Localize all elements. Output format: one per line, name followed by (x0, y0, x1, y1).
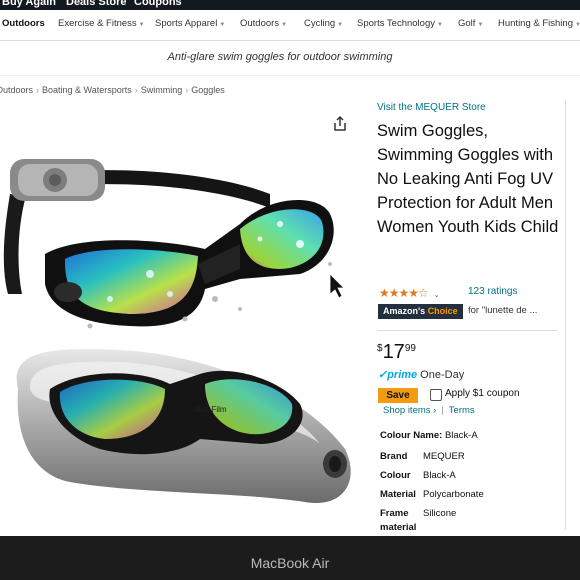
subnav-label: Outdoors (2, 18, 45, 29)
top-navigation-bar: Buy Again Deals Store Coupons (0, 0, 580, 10)
chevron-down-icon: ▼ (574, 22, 580, 28)
price-whole: 17 (382, 341, 405, 363)
colour-name-value: Black-A (444, 430, 478, 441)
chevron-down-icon: ▼ (281, 22, 288, 28)
link-separator: | (441, 405, 444, 416)
product-image[interactable]: Anti-Film (0, 104, 362, 526)
breadcrumb-boating[interactable]: Boating & Watersports (42, 85, 132, 95)
breadcrumb-outdoors[interactable]: Outdoors (0, 85, 33, 95)
category-subnav: Outdoors Exercise & Fitness ▼ Sports Appa… (0, 10, 580, 41)
subnav-item-sports-apparel[interactable]: Sports Apparel ▼ (155, 18, 225, 29)
spec-key: Frame (380, 508, 409, 519)
chevron-down-icon: ▼ (219, 22, 226, 28)
subnav-item-sports-technology[interactable]: Sports Technology ▼ (357, 18, 443, 29)
share-button[interactable] (330, 114, 350, 134)
shop-items-link[interactable]: Shop items › (383, 405, 436, 416)
prime-logo: ✓prime (378, 369, 418, 381)
breadcrumb-goggles[interactable]: Goggles (191, 85, 225, 95)
breadcrumb: Outdoors›Boating & Watersports›Swimming›… (0, 85, 225, 95)
subnav-label: Cycling (304, 18, 336, 29)
colour-name-label: Colour Name: (380, 430, 443, 441)
nav-buy-again-link[interactable]: Buy Again (2, 0, 56, 8)
goggles-product-photo: Anti-Film (3, 159, 351, 504)
nav-coupons-link[interactable]: Coupons (134, 0, 182, 8)
subnav-label: Golf (458, 18, 476, 29)
coupon-label[interactable]: Apply $1 coupon (445, 388, 520, 399)
spec-value: MEQUER (423, 451, 465, 462)
spec-value: Silicone (423, 508, 457, 519)
chevron-down-icon: ▼ (437, 22, 443, 28)
chevron-down-icon: ▼ (337, 22, 344, 28)
subnav-item-cycling[interactable]: Cycling ▼ (304, 18, 343, 29)
star-icons: ★★★★☆ (379, 286, 429, 300)
subnav-item-hunting-fishing[interactable]: Hunting & Fishing ▼ (498, 18, 580, 29)
store-link[interactable]: Visit the MEQUER Store (377, 102, 486, 113)
device-label: MacBook Air (250, 555, 330, 571)
subnav-label: Sports Technology (357, 18, 435, 29)
chevron-down-icon: ▼ (138, 22, 145, 28)
chevron-down-icon: ▼ (477, 22, 484, 28)
breadcrumb-swimming[interactable]: Swimming (141, 85, 183, 95)
terms-link[interactable]: Terms (449, 405, 475, 416)
subnav-label: Sports Apparel (155, 18, 218, 29)
subnav-item-outdoors-home[interactable]: Outdoors (2, 18, 45, 29)
promo-banner[interactable]: Anti-glare swim goggles for outdoor swim… (0, 41, 580, 76)
prime-delivery: ✓prime One-Day (378, 368, 464, 381)
choice-highlight: Choice (427, 306, 458, 316)
breadcrumb-separator: › (36, 85, 40, 95)
product-title: Swim Goggles, Swimming Goggles with No L… (377, 122, 559, 236)
browser-screen: Buy Again Deals Store Coupons Outdoors E… (0, 0, 580, 536)
price: $1799 (377, 341, 416, 364)
subnav-item-exercise-fitness[interactable]: Exercise & Fitness ▼ (58, 18, 145, 29)
banner-text: Anti-glare swim goggles for outdoor swim… (167, 51, 393, 63)
section-divider (377, 330, 557, 331)
spec-value: Polycarbonate (423, 489, 484, 500)
star-rating[interactable]: ★★★★☆ ⌄ (379, 286, 440, 300)
subnav-label: Hunting & Fishing (498, 18, 573, 29)
subnav-item-outdoors[interactable]: Outdoors ▼ (240, 18, 287, 29)
coupon-checkbox[interactable] (430, 389, 442, 401)
spec-key: Colour (380, 470, 411, 481)
share-icon (334, 115, 346, 131)
subnav-item-golf[interactable]: Golf ▼ (458, 18, 483, 29)
spec-key: Brand (380, 451, 408, 462)
spec-key: Material (380, 489, 416, 500)
breadcrumb-separator: › (134, 85, 138, 95)
buy-box-panel-edge (565, 100, 580, 530)
subnav-label: Outdoors (240, 18, 280, 29)
chevron-down-icon: ⌄ (433, 292, 440, 299)
coupon-links: Shop items › | Terms (383, 405, 475, 416)
ratings-count-link[interactable]: 123 ratings (468, 286, 517, 297)
case-label: Anti-Film (195, 405, 227, 414)
price-fraction: 99 (404, 343, 416, 354)
subnav-label: Exercise & Fitness (58, 18, 137, 29)
breadcrumb-separator: › (185, 85, 189, 95)
spec-key: material (380, 522, 417, 533)
amazons-choice-badge: Amazon's Choice (378, 304, 463, 319)
spec-value: Black-A (423, 470, 456, 481)
save-badge: Save (378, 388, 418, 403)
colour-name-selector: Colour Name: Black-A (380, 430, 478, 441)
nav-deals-store-link[interactable]: Deals Store (66, 0, 127, 8)
price-currency: $ (377, 343, 383, 354)
choice-keyword-link[interactable]: for "lunette de ... (468, 305, 537, 316)
choice-prefix: Amazon's (383, 306, 426, 316)
prime-delivery-speed: One-Day (420, 369, 465, 381)
